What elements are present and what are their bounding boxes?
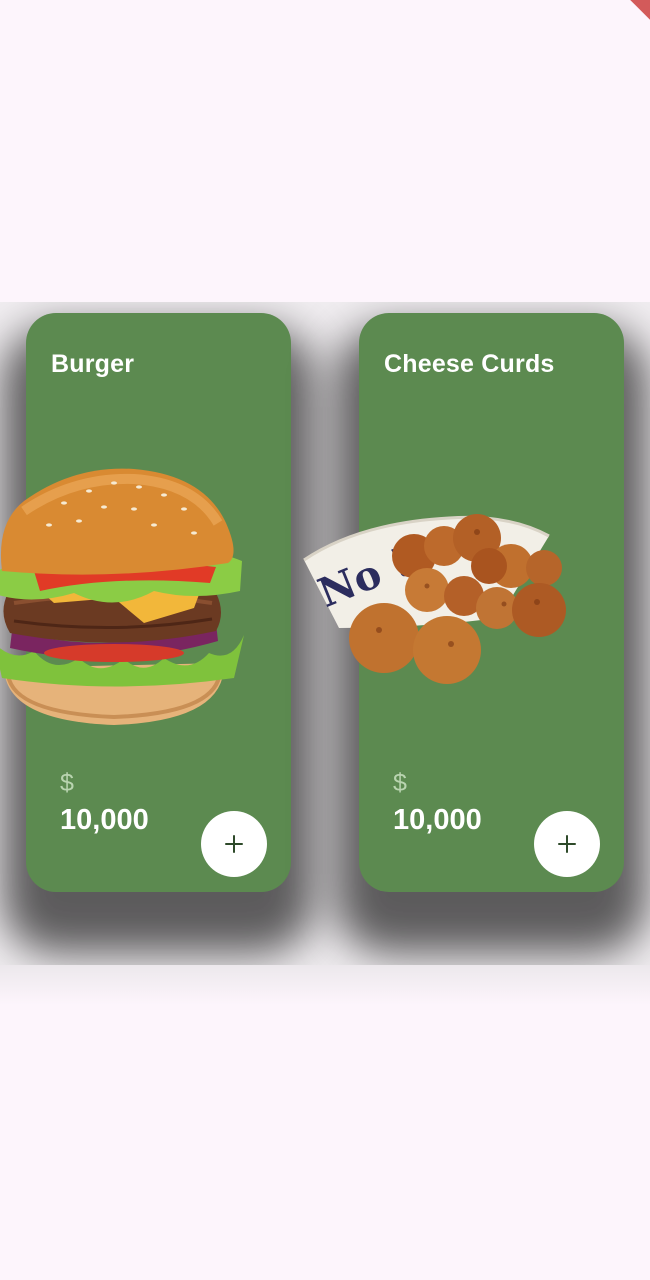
carousel-shadow bbox=[0, 965, 650, 1005]
product-title: Cheese Curds bbox=[384, 350, 555, 378]
plus-icon bbox=[225, 835, 243, 853]
product-price: 10,000 bbox=[393, 804, 482, 836]
currency-symbol: $ bbox=[60, 769, 74, 797]
add-to-cart-button[interactable] bbox=[534, 811, 600, 877]
product-carousel[interactable]: Burger $ 10,000 Cheese Curds No ! $ 10,0… bbox=[0, 302, 650, 965]
product-card-burger[interactable]: Burger $ 10,000 bbox=[0, 313, 291, 892]
product-price: 10,000 bbox=[60, 804, 149, 836]
add-to-cart-button[interactable] bbox=[201, 811, 267, 877]
currency-symbol: $ bbox=[393, 769, 407, 797]
plus-icon bbox=[558, 835, 576, 853]
product-card-cheese-curds[interactable]: Cheese Curds No ! $ 10,000 bbox=[303, 313, 624, 892]
cheese-curds-image: No ! bbox=[303, 514, 566, 684]
corner-badge bbox=[630, 0, 650, 20]
product-title: Burger bbox=[51, 350, 135, 378]
burger-image bbox=[0, 468, 244, 725]
